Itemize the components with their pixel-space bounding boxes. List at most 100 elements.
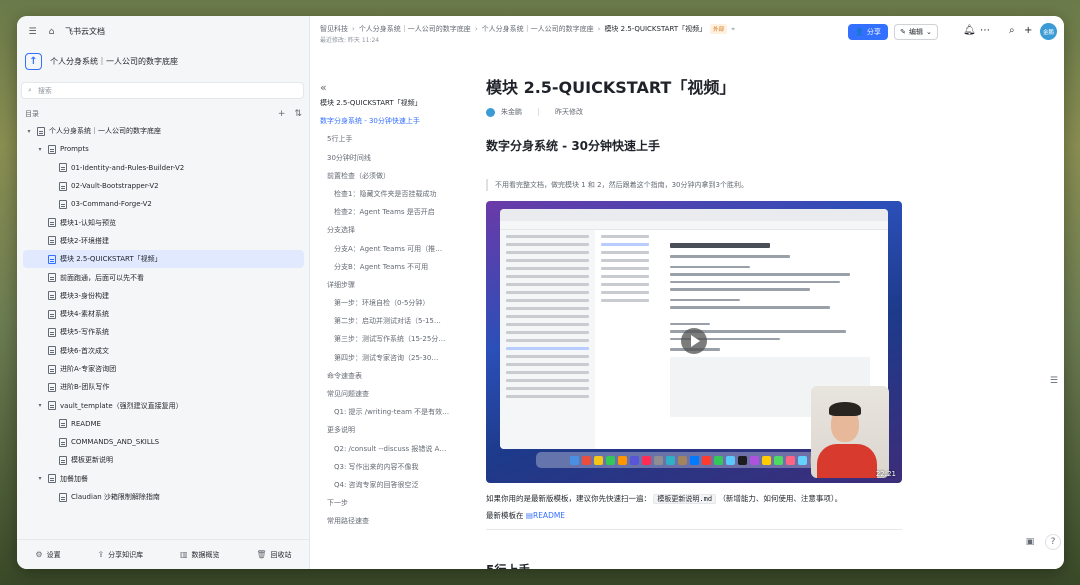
chevron-down-icon: ⌄ — [926, 28, 932, 36]
author-name[interactable]: 朱金鹏 — [501, 107, 522, 117]
chart-icon: ▥ — [179, 549, 188, 559]
sidebar-tree-label: vault_template（强烈建议直接复用） — [60, 401, 183, 410]
sidebar-tree-item[interactable]: 模块2-环境搭建 — [17, 232, 310, 250]
add-page-icon[interactable]: + — [278, 109, 286, 119]
sidebar-tree-item[interactable]: README — [17, 415, 310, 433]
sidebar-tree-item[interactable]: ▾ vault_template（强烈建议直接复用） — [17, 396, 310, 414]
avatar[interactable]: 金鹏 — [1040, 23, 1057, 40]
home-icon[interactable]: ⌂ — [46, 26, 57, 37]
doc-info-icon[interactable]: ▣ — [1022, 534, 1038, 550]
outline-item[interactable]: 分支选择 — [320, 225, 470, 243]
outline-item[interactable]: 检查1：隐藏文件夹是否挂载成功 — [320, 189, 470, 207]
outline-item[interactable]: 第三步：测试写作系统（15-25分… — [320, 334, 470, 352]
document-icon — [48, 144, 56, 154]
sidebar-tree-item[interactable]: 模块4-素材系统 — [17, 305, 310, 323]
space-header[interactable]: ↑ 个人分身系统｜一人公司的数字底座 — [25, 53, 178, 70]
outline-item[interactable]: 前置检查（必须做） — [320, 171, 470, 189]
search-icon[interactable]: ⌕ — [1009, 25, 1015, 36]
sidebar-tree-label: 模块1-认知与预览 — [60, 218, 116, 227]
sidebar-tree-item[interactable]: 模块5-写作系统 — [17, 323, 310, 341]
data-overview-button[interactable]: ▥ 数据概览 — [180, 550, 220, 560]
sort-icon[interactable]: ⇅ — [294, 109, 302, 119]
outline-item[interactable]: Q1: 提示 /writing-team 不是有效… — [320, 407, 470, 425]
video-player[interactable]: 22:21 — [486, 201, 902, 483]
plus-icon[interactable]: + — [1024, 25, 1032, 36]
sidebar-tree-label: README — [71, 419, 101, 428]
divider — [538, 108, 539, 116]
outline-item[interactable]: Q4: 咨询专家的回答很空泛 — [320, 480, 470, 498]
breadcrumb-item[interactable]: 个人分身系统｜一人公司的数字底座 — [482, 24, 594, 34]
sidebar-tree-item[interactable]: ▾ Prompts — [17, 140, 310, 158]
trash-button[interactable]: 🗑 回收站 — [256, 550, 291, 560]
bell-icon[interactable]: 🔔︎ — [963, 25, 976, 36]
outline-item[interactable]: 第四步：测试专家咨询（25-30… — [320, 353, 470, 371]
chevron-down-icon[interactable]: ▾ — [25, 128, 33, 135]
sidebar-tree-item[interactable]: 进阶B-团队写作 — [17, 378, 310, 396]
sidebar-tree-label: 模块6-首次成文 — [60, 346, 109, 355]
collapse-outline-icon[interactable]: « — [320, 81, 470, 94]
document-icon — [48, 364, 56, 374]
top-bar: 智见科技 › 个人分身系统｜一人公司的数字底座 › 个人分身系统｜一人公司的数字… — [310, 16, 1064, 49]
sidebar-tree-item[interactable]: 前面跑通，后面可以先不看 — [17, 268, 310, 286]
document-icon — [59, 163, 67, 173]
outline-item[interactable]: Q3: 写作出来的内容不像我 — [320, 462, 470, 480]
sidebar-tree-label: 03-Command-Forge-V2 — [71, 200, 152, 209]
edit-button[interactable]: ✎ 编辑 ⌄ — [894, 24, 938, 40]
sidebar-tree-item[interactable]: 模块3-身份构建 — [17, 287, 310, 305]
sidebar-tree-item[interactable]: 进阶A-专家咨询团 — [17, 360, 310, 378]
chevron-down-icon[interactable]: ▾ — [36, 475, 44, 482]
chevron-down-icon[interactable]: ▾ — [36, 402, 44, 409]
outline-item[interactable]: 数字分身系统 - 30分钟快速上手 — [320, 116, 470, 134]
comment-icon[interactable]: ☰ — [1050, 376, 1058, 386]
outline-item[interactable]: 更多说明 — [320, 425, 470, 443]
settings-button[interactable]: ⚙ 设置 — [35, 550, 60, 560]
more-icon[interactable]: ⋯ — [980, 25, 990, 36]
play-icon[interactable] — [681, 328, 707, 354]
help-icon[interactable]: ? — [1045, 534, 1061, 550]
sidebar-tree-item[interactable]: ▾ 加餐加餐 — [17, 470, 310, 488]
external-badge: 外部 — [710, 24, 728, 34]
outline-item[interactable]: 常见问题速查 — [320, 389, 470, 407]
outline-item[interactable]: 分支B：Agent Teams 不可用 — [320, 262, 470, 280]
outline-item[interactable]: 检查2：Agent Teams 是否开启 — [320, 207, 470, 225]
sidebar-tree-item[interactable]: 模块 2.5-QUICKSTART「视频」 — [23, 250, 304, 269]
sidebar-tree-item[interactable]: 模块1-认知与预览 — [17, 213, 310, 231]
sidebar-tree-label: 01-Identity-and-Rules-Builder-V2 — [71, 163, 185, 172]
sidebar-tree-item[interactable]: ▾ 个人分身系统｜一人公司的数字底座 — [17, 122, 310, 140]
document-icon — [48, 218, 56, 228]
document-icon — [59, 455, 67, 465]
outline-item[interactable]: 第一步：环境自检（0-5分钟） — [320, 298, 470, 316]
outline-item[interactable]: 30分钟时间线 — [320, 153, 470, 171]
outline-item[interactable]: 常用路径速查 — [320, 516, 470, 534]
sidebar-tree-item[interactable]: 01-Identity-and-Rules-Builder-V2 — [17, 159, 310, 177]
outline-item[interactable]: 第二步：启动并测试对话（5-15… — [320, 316, 470, 334]
section-heading: 5行上手 — [486, 561, 530, 569]
outline-item[interactable]: 详细步骤 — [320, 280, 470, 298]
pin-icon[interactable]: ⌖ — [731, 25, 735, 34]
sidebar-tree-item[interactable]: 模块6-首次成文 — [17, 342, 310, 360]
user-icon: 👤 — [855, 28, 864, 36]
outline-item[interactable]: 模块 2.5-QUICKSTART「视频」 — [320, 98, 470, 116]
share-kb-button[interactable]: ⇪ 分享知识库 — [97, 550, 143, 560]
sidebar-tree-item[interactable]: 模板更新说明 — [17, 451, 310, 469]
sidebar-tree-item[interactable]: COMMANDS_AND_SKILLS — [17, 433, 310, 451]
outline-item[interactable]: 命令速查表 — [320, 371, 470, 389]
sidebar-tree-item[interactable]: 03-Command-Forge-V2 — [17, 195, 310, 213]
breadcrumb-item[interactable]: 个人分身系统｜一人公司的数字底座 — [359, 24, 471, 34]
sidebar-tree-item[interactable]: Claudian 沙箱限制解除指南 — [17, 488, 310, 506]
menu-icon[interactable]: ☰ — [27, 26, 38, 37]
outline-item[interactable]: 下一步 — [320, 498, 470, 516]
outline-item[interactable]: 5行上手 — [320, 134, 470, 152]
sidebar-tree-label: 模块3-身份构建 — [60, 291, 109, 300]
breadcrumb-item[interactable]: 智见科技 — [320, 24, 348, 34]
chevron-down-icon[interactable]: ▾ — [36, 146, 44, 153]
outline-item[interactable]: 分支A：Agent Teams 可用（推… — [320, 244, 470, 262]
doc-link-icon: ▤ — [525, 511, 533, 520]
share-button[interactable]: 👤 分享 — [848, 24, 888, 40]
search-input[interactable]: ⌕ 搜索 — [21, 82, 304, 99]
author-avatar[interactable] — [486, 107, 495, 117]
readme-link[interactable]: ▤README — [526, 511, 565, 520]
video-sidebar — [500, 230, 595, 449]
sidebar-tree-item[interactable]: 02-Vault-Bootstrapper-V2 — [17, 177, 310, 195]
outline-item[interactable]: Q2: /consult --discuss 报错说 A… — [320, 444, 470, 462]
